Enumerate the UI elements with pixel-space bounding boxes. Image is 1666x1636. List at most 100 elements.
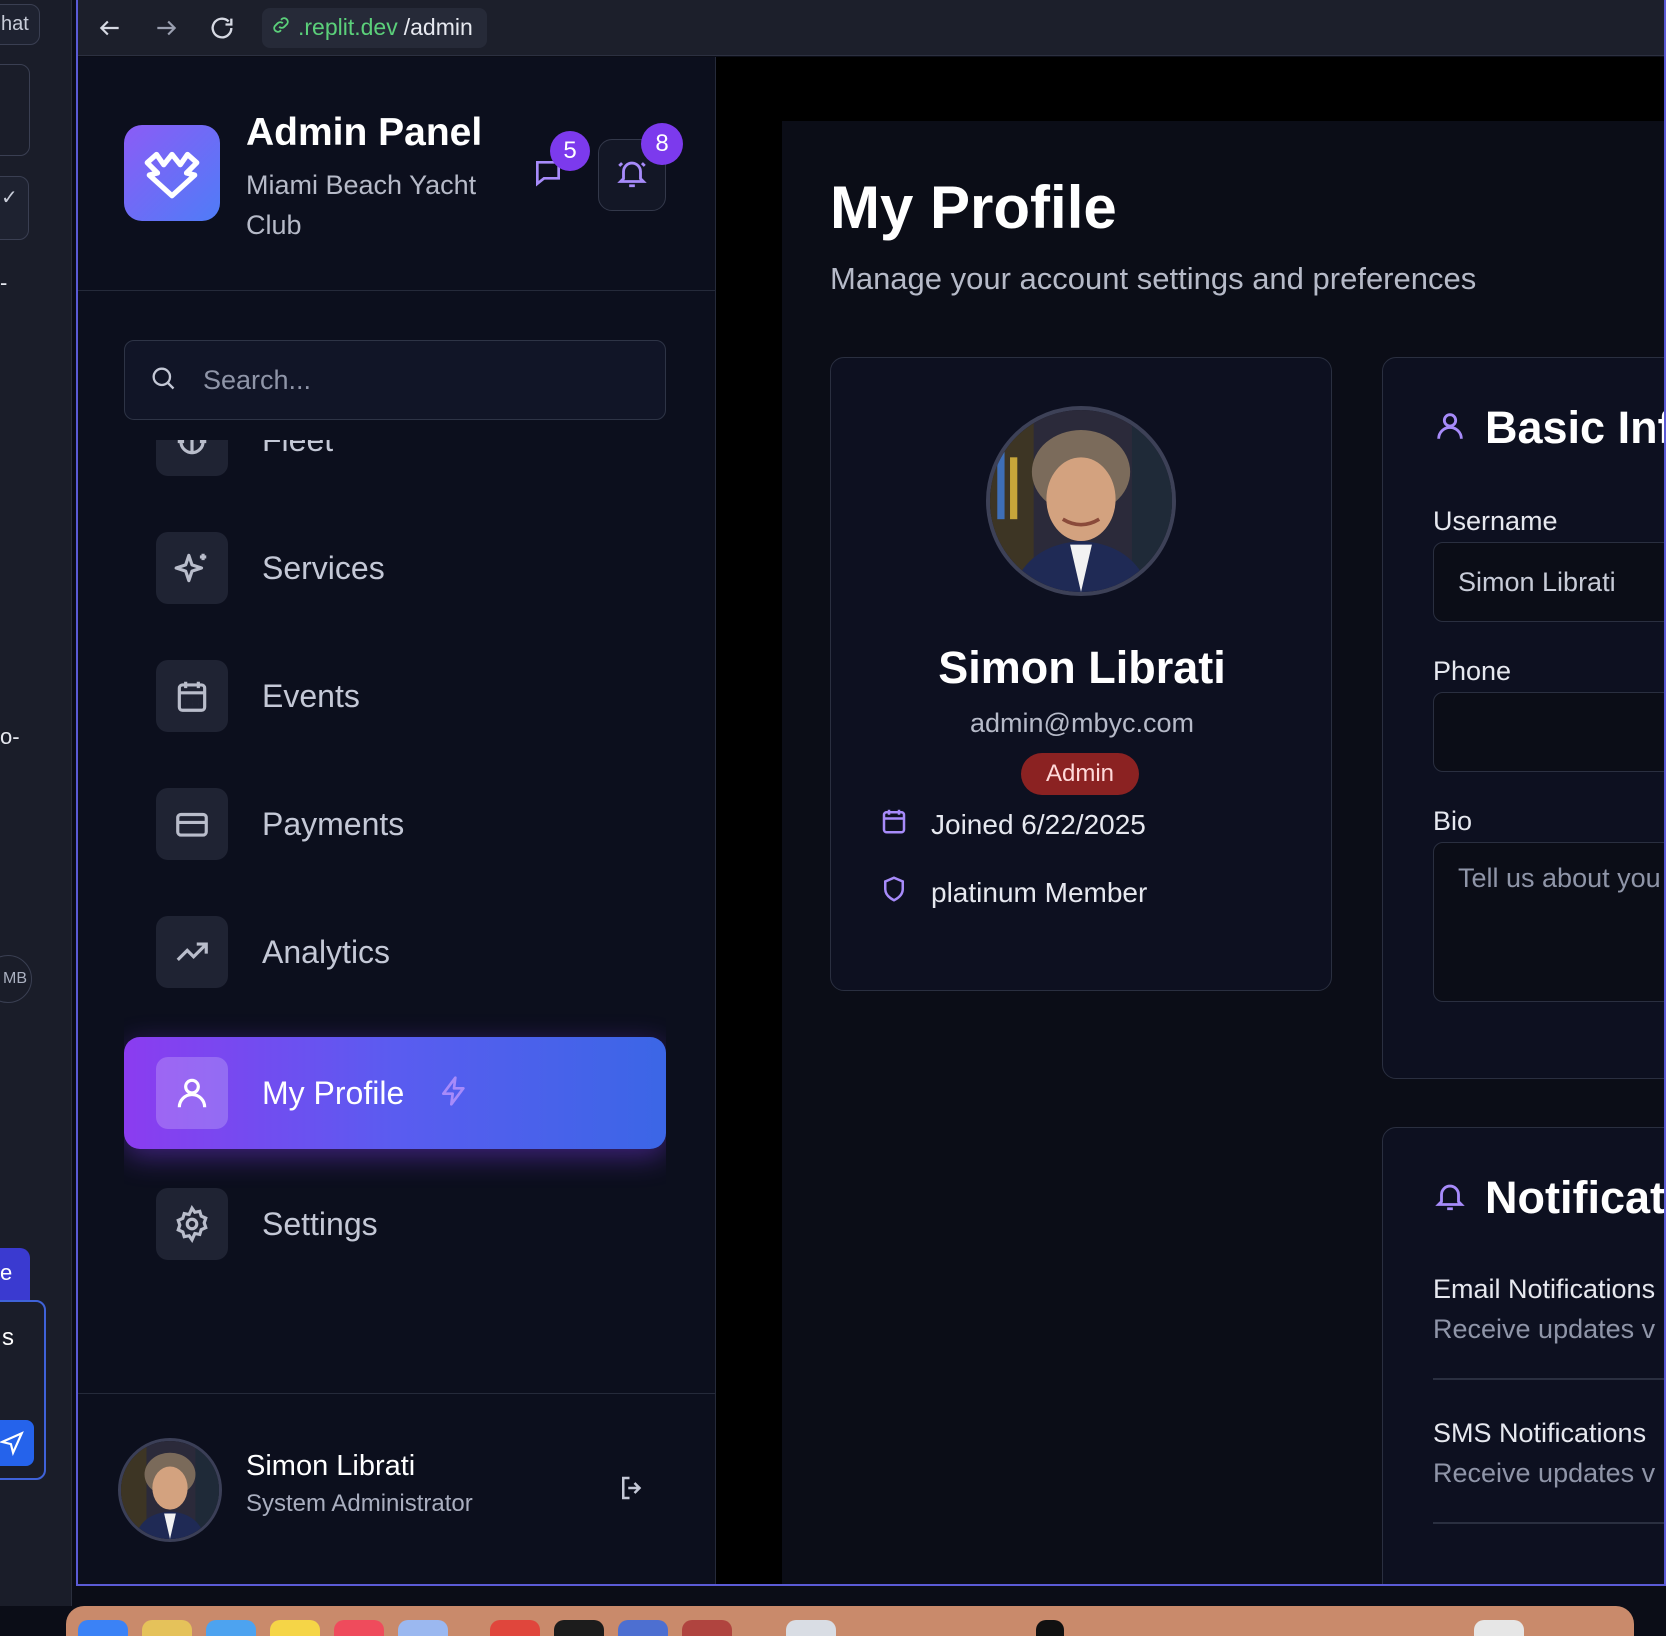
brand-logo — [124, 125, 220, 221]
notifications-title: Notifications — [1485, 1172, 1665, 1223]
page-title: My Profile — [830, 174, 1117, 241]
divider — [1433, 1522, 1664, 1524]
sidebar-item-settings[interactable]: Settings — [124, 1164, 666, 1284]
notifications-count-badge: 8 — [641, 123, 683, 165]
sidebar-item-my-profile[interactable]: My Profile — [124, 1037, 666, 1149]
chrome-icon[interactable] — [490, 1620, 540, 1636]
joined-date: Joined 6/22/2025 — [931, 808, 1146, 840]
forward-arrow-icon[interactable] — [150, 12, 182, 44]
sidebar-item-label: Settings — [262, 1205, 378, 1242]
avatar[interactable] — [118, 1438, 222, 1542]
messages-count-badge: 5 — [550, 131, 590, 171]
app-icon[interactable] — [142, 1620, 192, 1636]
background-text: - — [0, 270, 8, 295]
app-icon[interactable] — [398, 1620, 448, 1636]
username-field[interactable] — [1433, 542, 1664, 622]
sidebar-item-label: Fleet — [262, 440, 333, 459]
sidebar: Admin Panel Miami Beach Yacht Club 5 8 S… — [78, 57, 716, 1584]
shield-icon — [879, 874, 909, 911]
membership-tier: platinum Member — [931, 876, 1148, 908]
profile-page: My Profile Manage your account settings … — [782, 121, 1665, 1584]
finder-icon[interactable] — [78, 1620, 128, 1636]
bio-field[interactable] — [1433, 842, 1664, 1002]
url-host: .replit.dev — [298, 14, 398, 40]
sidebar-item-label: Analytics — [262, 933, 391, 970]
divider — [1433, 1378, 1664, 1380]
user-name: Simon Librati — [246, 1450, 416, 1482]
url-path: /admin — [403, 14, 473, 40]
music-icon[interactable] — [334, 1620, 384, 1636]
joined-date-row: Joined 6/22/2025 — [879, 806, 1146, 843]
sparkles-icon — [156, 532, 228, 604]
search-icon — [149, 364, 177, 397]
logout-button[interactable] — [610, 1468, 654, 1512]
clock-icon[interactable] — [554, 1620, 604, 1636]
calendar-icon — [879, 806, 909, 843]
anchor-icon — [156, 440, 228, 476]
notifications-heading: Notifications — [1433, 1172, 1665, 1224]
profile-avatar[interactable] — [986, 406, 1176, 596]
url-field[interactable]: .replit.dev/admin — [262, 7, 487, 48]
profile-email: admin@mbyc.com — [970, 708, 1194, 738]
background-panel — [0, 64, 30, 156]
profile-name: Simon Librati — [938, 642, 1226, 693]
reload-icon[interactable] — [206, 12, 238, 44]
sidebar-item-fleet[interactable]: Fleet — [124, 440, 666, 500]
trending-up-icon — [156, 916, 228, 988]
safari-icon[interactable] — [206, 1620, 256, 1636]
page-subtitle: Manage your account settings and prefere… — [830, 261, 1477, 296]
email-notifications-description: Receive updates v — [1433, 1314, 1656, 1344]
app-icon[interactable] — [786, 1620, 836, 1636]
background-app-strip: hat ✓ - o- MB e s — [0, 0, 72, 1606]
app-icon[interactable] — [618, 1620, 668, 1636]
phone-field[interactable] — [1433, 692, 1664, 772]
brand-subtitle: Miami Beach Yacht Club — [246, 170, 477, 240]
sidebar-item-label: My Profile — [262, 1074, 405, 1111]
user-role: System Administrator — [246, 1490, 473, 1517]
background-chip-check[interactable]: ✓ — [0, 176, 29, 240]
background-chip[interactable]: hat — [0, 4, 40, 45]
gear-icon — [156, 1188, 228, 1260]
user-icon — [1433, 402, 1467, 454]
role-badge: Admin — [1021, 753, 1139, 795]
profile-summary-card: Simon Librati admin@mbyc.com Admin Joine… — [830, 357, 1332, 991]
email-notifications-title: Email Notifications — [1433, 1274, 1656, 1304]
sidebar-search[interactable] — [124, 340, 666, 420]
bio-label: Bio — [1433, 806, 1473, 836]
search-input[interactable] — [203, 364, 633, 396]
background-tab[interactable]: e — [0, 1248, 30, 1300]
sidebar-item-label: Payments — [262, 805, 405, 842]
sms-notifications-description: Receive updates v — [1433, 1458, 1656, 1488]
notes-icon[interactable] — [270, 1620, 320, 1636]
trash-icon[interactable] — [1474, 1620, 1524, 1636]
bell-icon — [1433, 1172, 1467, 1224]
sidebar-item-payments[interactable]: Payments — [124, 764, 666, 884]
sidebar-item-services[interactable]: Services — [124, 508, 666, 628]
sidebar-user-footer: Simon Librati System Administrator — [78, 1393, 716, 1584]
sidebar-nav: Fleet Services Events Payments — [124, 440, 666, 1320]
background-text: o- — [0, 724, 20, 749]
app-icon[interactable] — [682, 1620, 732, 1636]
phone-label: Phone — [1433, 656, 1512, 686]
main-content: My Profile Manage your account settings … — [716, 57, 1665, 1584]
send-icon[interactable] — [0, 1420, 34, 1466]
sidebar-header: Admin Panel Miami Beach Yacht Club 5 8 — [78, 57, 715, 291]
username-label: Username — [1433, 506, 1558, 536]
lightning-bolt-icon — [438, 1075, 470, 1112]
browser-window: .replit.dev/admin Admin Panel Miami Beac… — [76, 0, 1666, 1586]
sidebar-item-events[interactable]: Events — [124, 636, 666, 756]
basic-info-heading: Basic Info — [1433, 402, 1664, 454]
bell-ringing-icon — [615, 156, 649, 195]
back-arrow-icon[interactable] — [94, 12, 126, 44]
background-avatar: MB — [0, 955, 32, 1003]
membership-row: platinum Member — [879, 874, 1147, 911]
basic-info-title: Basic Info — [1485, 402, 1664, 453]
sidebar-item-analytics[interactable]: Analytics — [124, 892, 666, 1012]
logout-icon — [617, 1473, 647, 1508]
user-icon — [156, 1057, 228, 1129]
app-icon[interactable] — [1036, 1620, 1064, 1636]
sidebar-item-label: Events — [262, 677, 360, 714]
link-icon — [270, 14, 292, 42]
credit-card-icon — [156, 788, 228, 860]
dock — [66, 1606, 1634, 1636]
